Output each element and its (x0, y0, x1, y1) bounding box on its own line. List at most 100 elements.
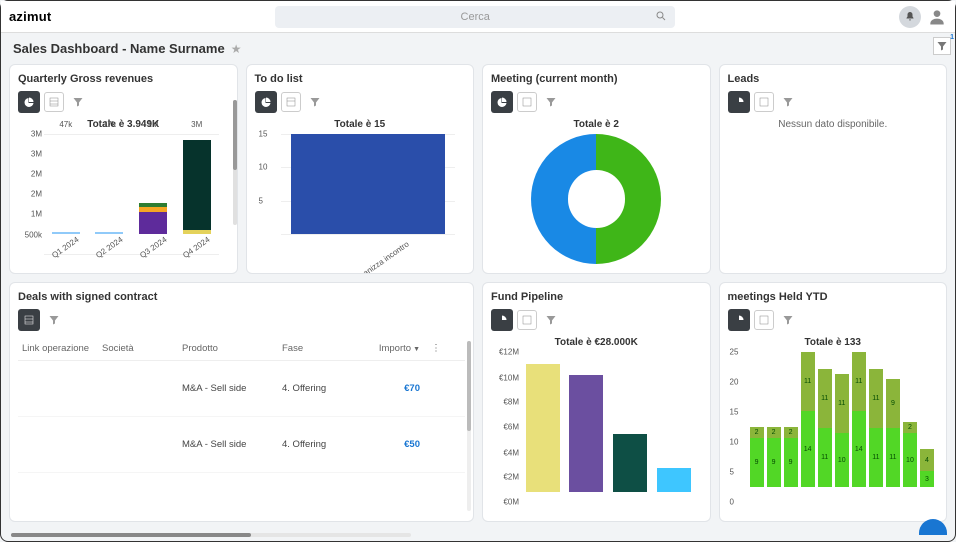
chart-view-button[interactable] (491, 91, 513, 113)
chart-total: Totale è 133 (728, 337, 939, 348)
chart-view-button[interactable] (491, 309, 513, 331)
table-view-button[interactable] (754, 92, 774, 112)
funnel-icon (545, 96, 557, 108)
card-toolbar (728, 309, 939, 331)
funnel-icon (48, 314, 60, 326)
table-row[interactable]: M&A - Sell side 4. Offering €50 (18, 417, 465, 473)
table-view-button[interactable] (517, 92, 537, 112)
page-filter-button[interactable]: 1 (933, 37, 951, 55)
donut-chart-icon (23, 96, 35, 108)
card-toolbar (18, 309, 465, 331)
no-data-message: Nessun dato disponibile. (728, 119, 939, 130)
chart-view-button[interactable] (18, 91, 40, 113)
card-deals: Deals with signed contract Link operazio… (9, 282, 474, 522)
card-title: Meeting (current month) (491, 73, 702, 85)
table-icon (521, 314, 533, 326)
search-wrap (51, 6, 899, 28)
user-avatar-icon[interactable] (927, 7, 947, 27)
card-toolbar (18, 91, 229, 113)
chart-view-button[interactable] (255, 91, 277, 113)
notifications-button[interactable] (899, 6, 921, 28)
page-header: Sales Dashboard - Name Surname ★ 1 (1, 33, 955, 64)
table-icon (521, 96, 533, 108)
table-view-button[interactable] (754, 310, 774, 330)
donut-chart-icon (496, 314, 508, 326)
table-icon (285, 96, 297, 108)
chart-view-button[interactable] (728, 309, 750, 331)
table-view-button[interactable] (281, 92, 301, 112)
card-toolbar (255, 91, 466, 113)
brand-logo: azimut (9, 9, 51, 24)
chart-view-button[interactable] (728, 91, 750, 113)
table-icon (758, 96, 770, 108)
meeting-donut-chart (531, 134, 661, 264)
col-link[interactable]: Link operazione (18, 337, 98, 360)
table-header: Link operazione Società Prodotto Fase Im… (18, 337, 465, 361)
filter-button[interactable] (68, 92, 88, 112)
todo-chart: 15 10 5 (281, 134, 456, 234)
table-row[interactable]: M&A - Sell side 4. Offering €70 (18, 361, 465, 417)
card-toolbar (728, 91, 939, 113)
meetings-chart: 25 20 15 10 5 0 29 29 29 1114 1111 1110 … (750, 352, 935, 502)
filter-button[interactable] (541, 92, 561, 112)
donut-chart-icon (496, 96, 508, 108)
chart-total: Totale è 2 (491, 119, 702, 130)
funnel-icon (782, 314, 794, 326)
card-meeting: Meeting (current month) Totale è 2 (482, 64, 711, 274)
card-leads: Leads Nessun dato disponibile. (719, 64, 948, 274)
table-view-button[interactable] (44, 92, 64, 112)
funnel-icon (545, 314, 557, 326)
card-fund-pipeline: Fund Pipeline Totale è €28.000K €12M €10… (482, 282, 711, 522)
card-meetings-ytd: meetings Held YTD Totale è 133 25 20 15 … (719, 282, 948, 522)
funnel-icon (782, 96, 794, 108)
card-title: meetings Held YTD (728, 291, 939, 303)
card-title: Fund Pipeline (491, 291, 702, 303)
card-title: To do list (255, 73, 466, 85)
donut-chart-icon (260, 96, 272, 108)
card-toolbar (491, 309, 702, 331)
card-title: Quarterly Gross revenues (18, 73, 229, 85)
table-body: M&A - Sell side 4. Offering €70 M&A - Se… (18, 361, 465, 522)
table-row[interactable] (18, 473, 465, 522)
top-actions (899, 6, 947, 28)
card-title: Deals with signed contract (18, 291, 465, 303)
funnel-icon (72, 96, 84, 108)
chart-total: Totale è 15 (255, 119, 466, 130)
dashboard-grid: Quarterly Gross revenues Totale è 3.949K… (1, 64, 955, 530)
search-input[interactable] (285, 11, 665, 23)
table-view-button[interactable] (18, 309, 40, 331)
page-horizontal-scrollbar[interactable] (11, 533, 411, 537)
donut-chart-icon (733, 314, 745, 326)
fund-chart: €12M €10M €8M €6M €4M €2M €0M (521, 352, 696, 502)
table-icon (23, 314, 35, 326)
search-icon (655, 10, 667, 22)
col-importo[interactable]: Importo▼ (368, 337, 424, 360)
chart-scrollbar[interactable] (233, 100, 237, 225)
sort-desc-icon: ▼ (413, 346, 420, 353)
filter-button[interactable] (541, 310, 561, 330)
filter-button[interactable] (778, 310, 798, 330)
funnel-icon (309, 96, 321, 108)
todo-x-label: Organizza incontro (350, 240, 410, 274)
deals-table: Link operazione Società Prodotto Fase Im… (18, 337, 465, 522)
table-view-button[interactable] (517, 310, 537, 330)
filter-button[interactable] (44, 310, 64, 330)
col-menu-button[interactable]: ⋮ (424, 337, 448, 360)
chart-total: Totale è €28.000K (491, 337, 702, 348)
card-quarterly: Quarterly Gross revenues Totale è 3.949K… (9, 64, 238, 274)
table-icon (758, 314, 770, 326)
table-scrollbar[interactable] (467, 341, 471, 511)
col-fase[interactable]: Fase (278, 337, 368, 360)
filter-button[interactable] (778, 92, 798, 112)
donut-chart-icon (733, 96, 745, 108)
card-title: Leads (728, 73, 939, 85)
table-icon (48, 96, 60, 108)
col-societa[interactable]: Società (98, 337, 178, 360)
col-prodotto[interactable]: Prodotto (178, 337, 278, 360)
search-box[interactable] (275, 6, 675, 28)
star-icon[interactable]: ★ (231, 42, 242, 56)
funnel-icon (936, 40, 948, 52)
bell-icon (904, 11, 916, 23)
card-todo: To do list Totale è 15 15 10 5 Organizza… (246, 64, 475, 274)
filter-button[interactable] (305, 92, 325, 112)
